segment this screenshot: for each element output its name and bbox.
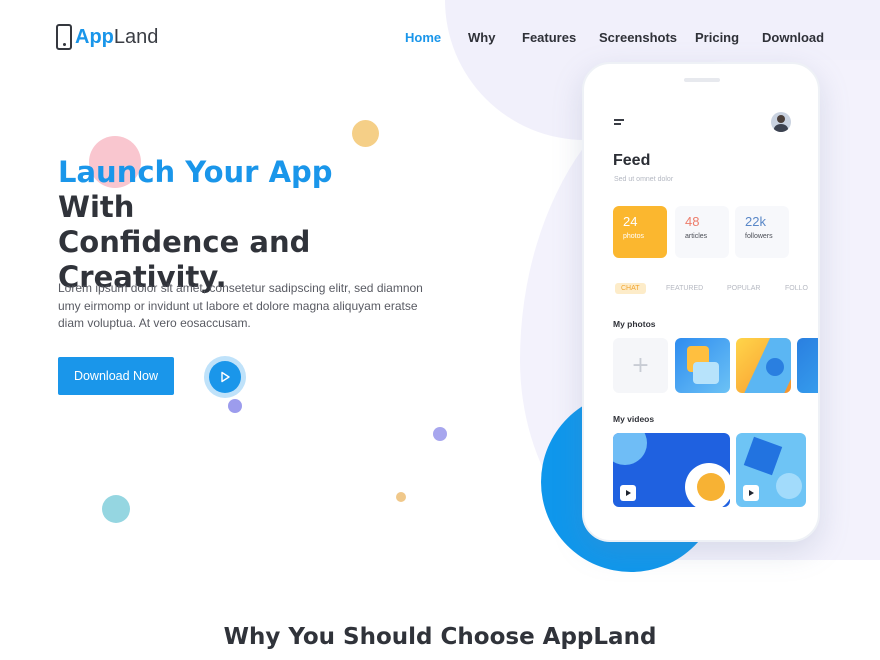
- section-heading: Why You Should Choose AppLand: [223, 624, 657, 650]
- play-icon: [221, 371, 230, 383]
- photo-thumbnail[interactable]: [736, 338, 791, 393]
- my-photos-label: My photos: [613, 319, 656, 329]
- nav-item-home[interactable]: Home: [405, 30, 441, 45]
- decorative-dot-purple: [433, 427, 447, 441]
- stat-label: followers: [745, 233, 773, 240]
- download-now-button[interactable]: Download Now: [58, 357, 174, 395]
- stat-value: 22k: [745, 214, 766, 229]
- add-photo-button[interactable]: +: [613, 338, 668, 393]
- stat-card-photos[interactable]: 24 photos: [613, 206, 667, 258]
- video-play-icon[interactable]: [743, 485, 759, 501]
- menu-icon[interactable]: [614, 119, 624, 127]
- hero-description: Lorem ipsum dolor sit amet, consetetur s…: [58, 281, 423, 330]
- stat-value: 48: [685, 214, 700, 229]
- nav-item-pricing[interactable]: Pricing: [695, 30, 739, 45]
- nav-item-screenshots[interactable]: Screenshots: [599, 30, 677, 45]
- decorative-dot-orange: [352, 120, 379, 147]
- video-play-icon[interactable]: [620, 485, 636, 501]
- photo-thumbnail[interactable]: [675, 338, 730, 393]
- feed-subtitle: Sed ut omnet dolor: [614, 176, 674, 183]
- stat-card-articles[interactable]: 48 articles: [675, 206, 729, 258]
- video-thumbnail[interactable]: [613, 433, 730, 507]
- tab-following[interactable]: FOLLO: [785, 285, 808, 292]
- main-navigation: Home Why Features Screenshots Pricing Do…: [0, 30, 880, 46]
- video-thumbnail[interactable]: [736, 433, 806, 507]
- hero-title-line-2: Confidence and: [58, 225, 311, 259]
- play-button-inner: [209, 361, 241, 393]
- plus-icon: +: [631, 353, 650, 378]
- stat-label: articles: [685, 233, 708, 240]
- feed-title: Feed: [613, 152, 651, 169]
- tab-popular[interactable]: POPULAR: [727, 285, 760, 292]
- hero-title-highlight: Launch Your App: [58, 155, 333, 189]
- decorative-dot-teal: [102, 495, 130, 523]
- decorative-dot-orange-small: [396, 492, 406, 502]
- nav-item-download[interactable]: Download: [762, 30, 824, 45]
- hero-title: Launch Your App With Confidence and Crea…: [58, 155, 418, 295]
- play-video-button[interactable]: [204, 356, 246, 398]
- phone-speaker: [684, 78, 720, 82]
- stat-label: photos: [623, 233, 645, 240]
- nav-item-why[interactable]: Why: [468, 30, 495, 45]
- hero-title-rest: With: [58, 190, 135, 224]
- tab-chat[interactable]: CHAT: [615, 283, 646, 294]
- tab-featured[interactable]: FEATURED: [666, 285, 703, 292]
- decorative-dot-purple: [228, 399, 242, 413]
- phone-mockup: Feed Sed ut omnet dolor 24 photos 48 art…: [582, 62, 820, 542]
- nav-item-features[interactable]: Features: [522, 30, 576, 45]
- photo-thumbnail[interactable]: [797, 338, 818, 393]
- stat-value: 24: [623, 214, 638, 229]
- my-videos-label: My videos: [613, 414, 655, 424]
- stat-card-followers[interactable]: 22k followers: [735, 206, 789, 258]
- avatar[interactable]: [771, 112, 791, 132]
